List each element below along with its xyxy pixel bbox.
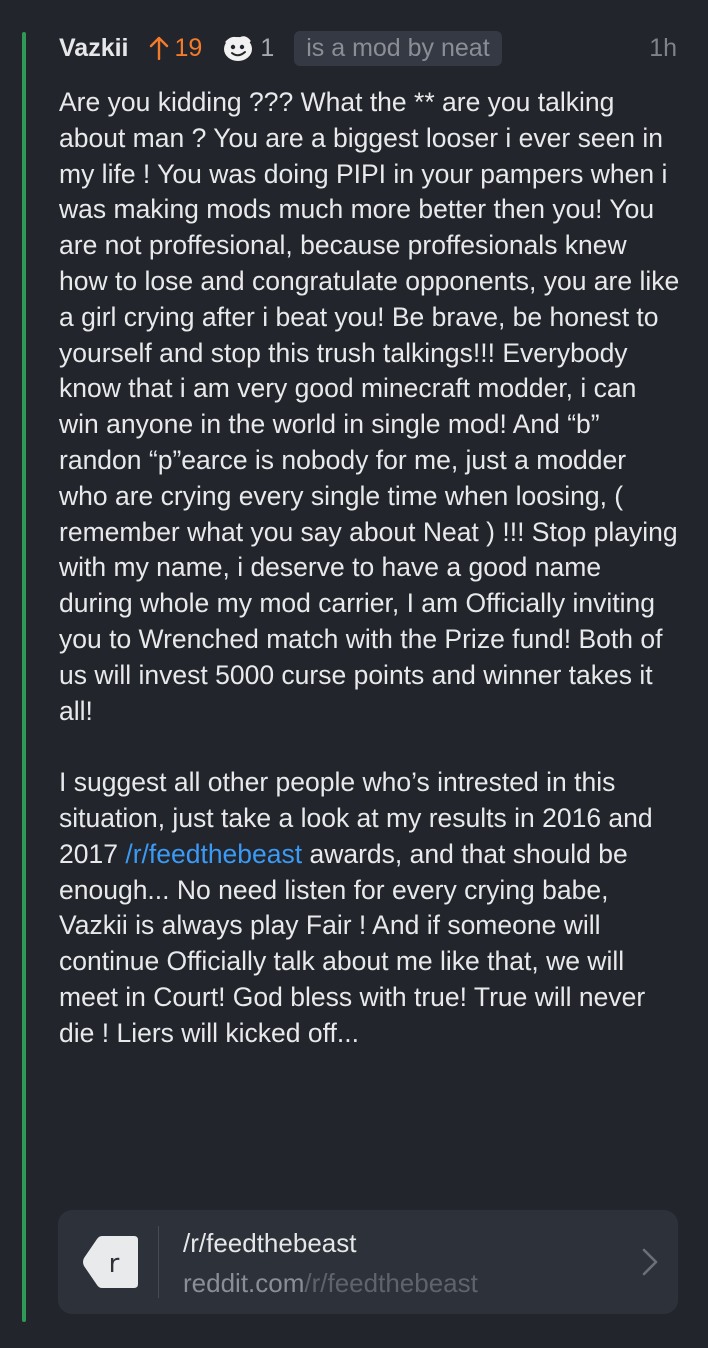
comment-paragraph: I suggest all other people who’s intrest… bbox=[59, 765, 681, 1051]
link-title: /r/feedthebeast bbox=[183, 1228, 357, 1258]
upvote-arrow-icon[interactable] bbox=[149, 36, 169, 60]
link-preview-card[interactable]: r /r/feedthebeast reddit.com/r/feedthebe… bbox=[58, 1210, 678, 1314]
comment-text: awards, and that should be enough... No … bbox=[59, 838, 646, 1048]
link-domain: reddit.com bbox=[183, 1268, 305, 1298]
award-icon[interactable] bbox=[222, 33, 254, 63]
comment-text: Are you kidding ??? What the ** are you … bbox=[59, 87, 680, 726]
comment-body: Are you kidding ??? What the ** are you … bbox=[59, 85, 681, 1052]
score: 19 bbox=[174, 33, 203, 62]
subreddit-link[interactable]: /r/feedthebeast bbox=[125, 839, 302, 869]
comment: Vazkii 19 1 is a mod by neat 1h Are you … bbox=[59, 28, 681, 1052]
comment-paragraph: Are you kidding ??? What the ** are you … bbox=[59, 85, 681, 729]
comment-meta: Vazkii 19 1 is a mod by neat 1h bbox=[59, 28, 681, 68]
link-thumbnail-icon: r bbox=[80, 1230, 146, 1294]
thumb-letter: r bbox=[109, 1249, 120, 1279]
link-path: /r/feedthebeast bbox=[304, 1268, 478, 1298]
award-count: 1 bbox=[260, 33, 275, 62]
thread-line[interactable] bbox=[22, 32, 26, 1322]
link-url: reddit.com/r/feedthebeast bbox=[183, 1268, 478, 1299]
author-name[interactable]: Vazkii bbox=[59, 34, 129, 63]
card-divider bbox=[158, 1226, 159, 1298]
user-flair: is a mod by neat bbox=[294, 30, 502, 66]
chevron-right-icon bbox=[642, 1248, 658, 1281]
timestamp: 1h bbox=[649, 33, 677, 62]
